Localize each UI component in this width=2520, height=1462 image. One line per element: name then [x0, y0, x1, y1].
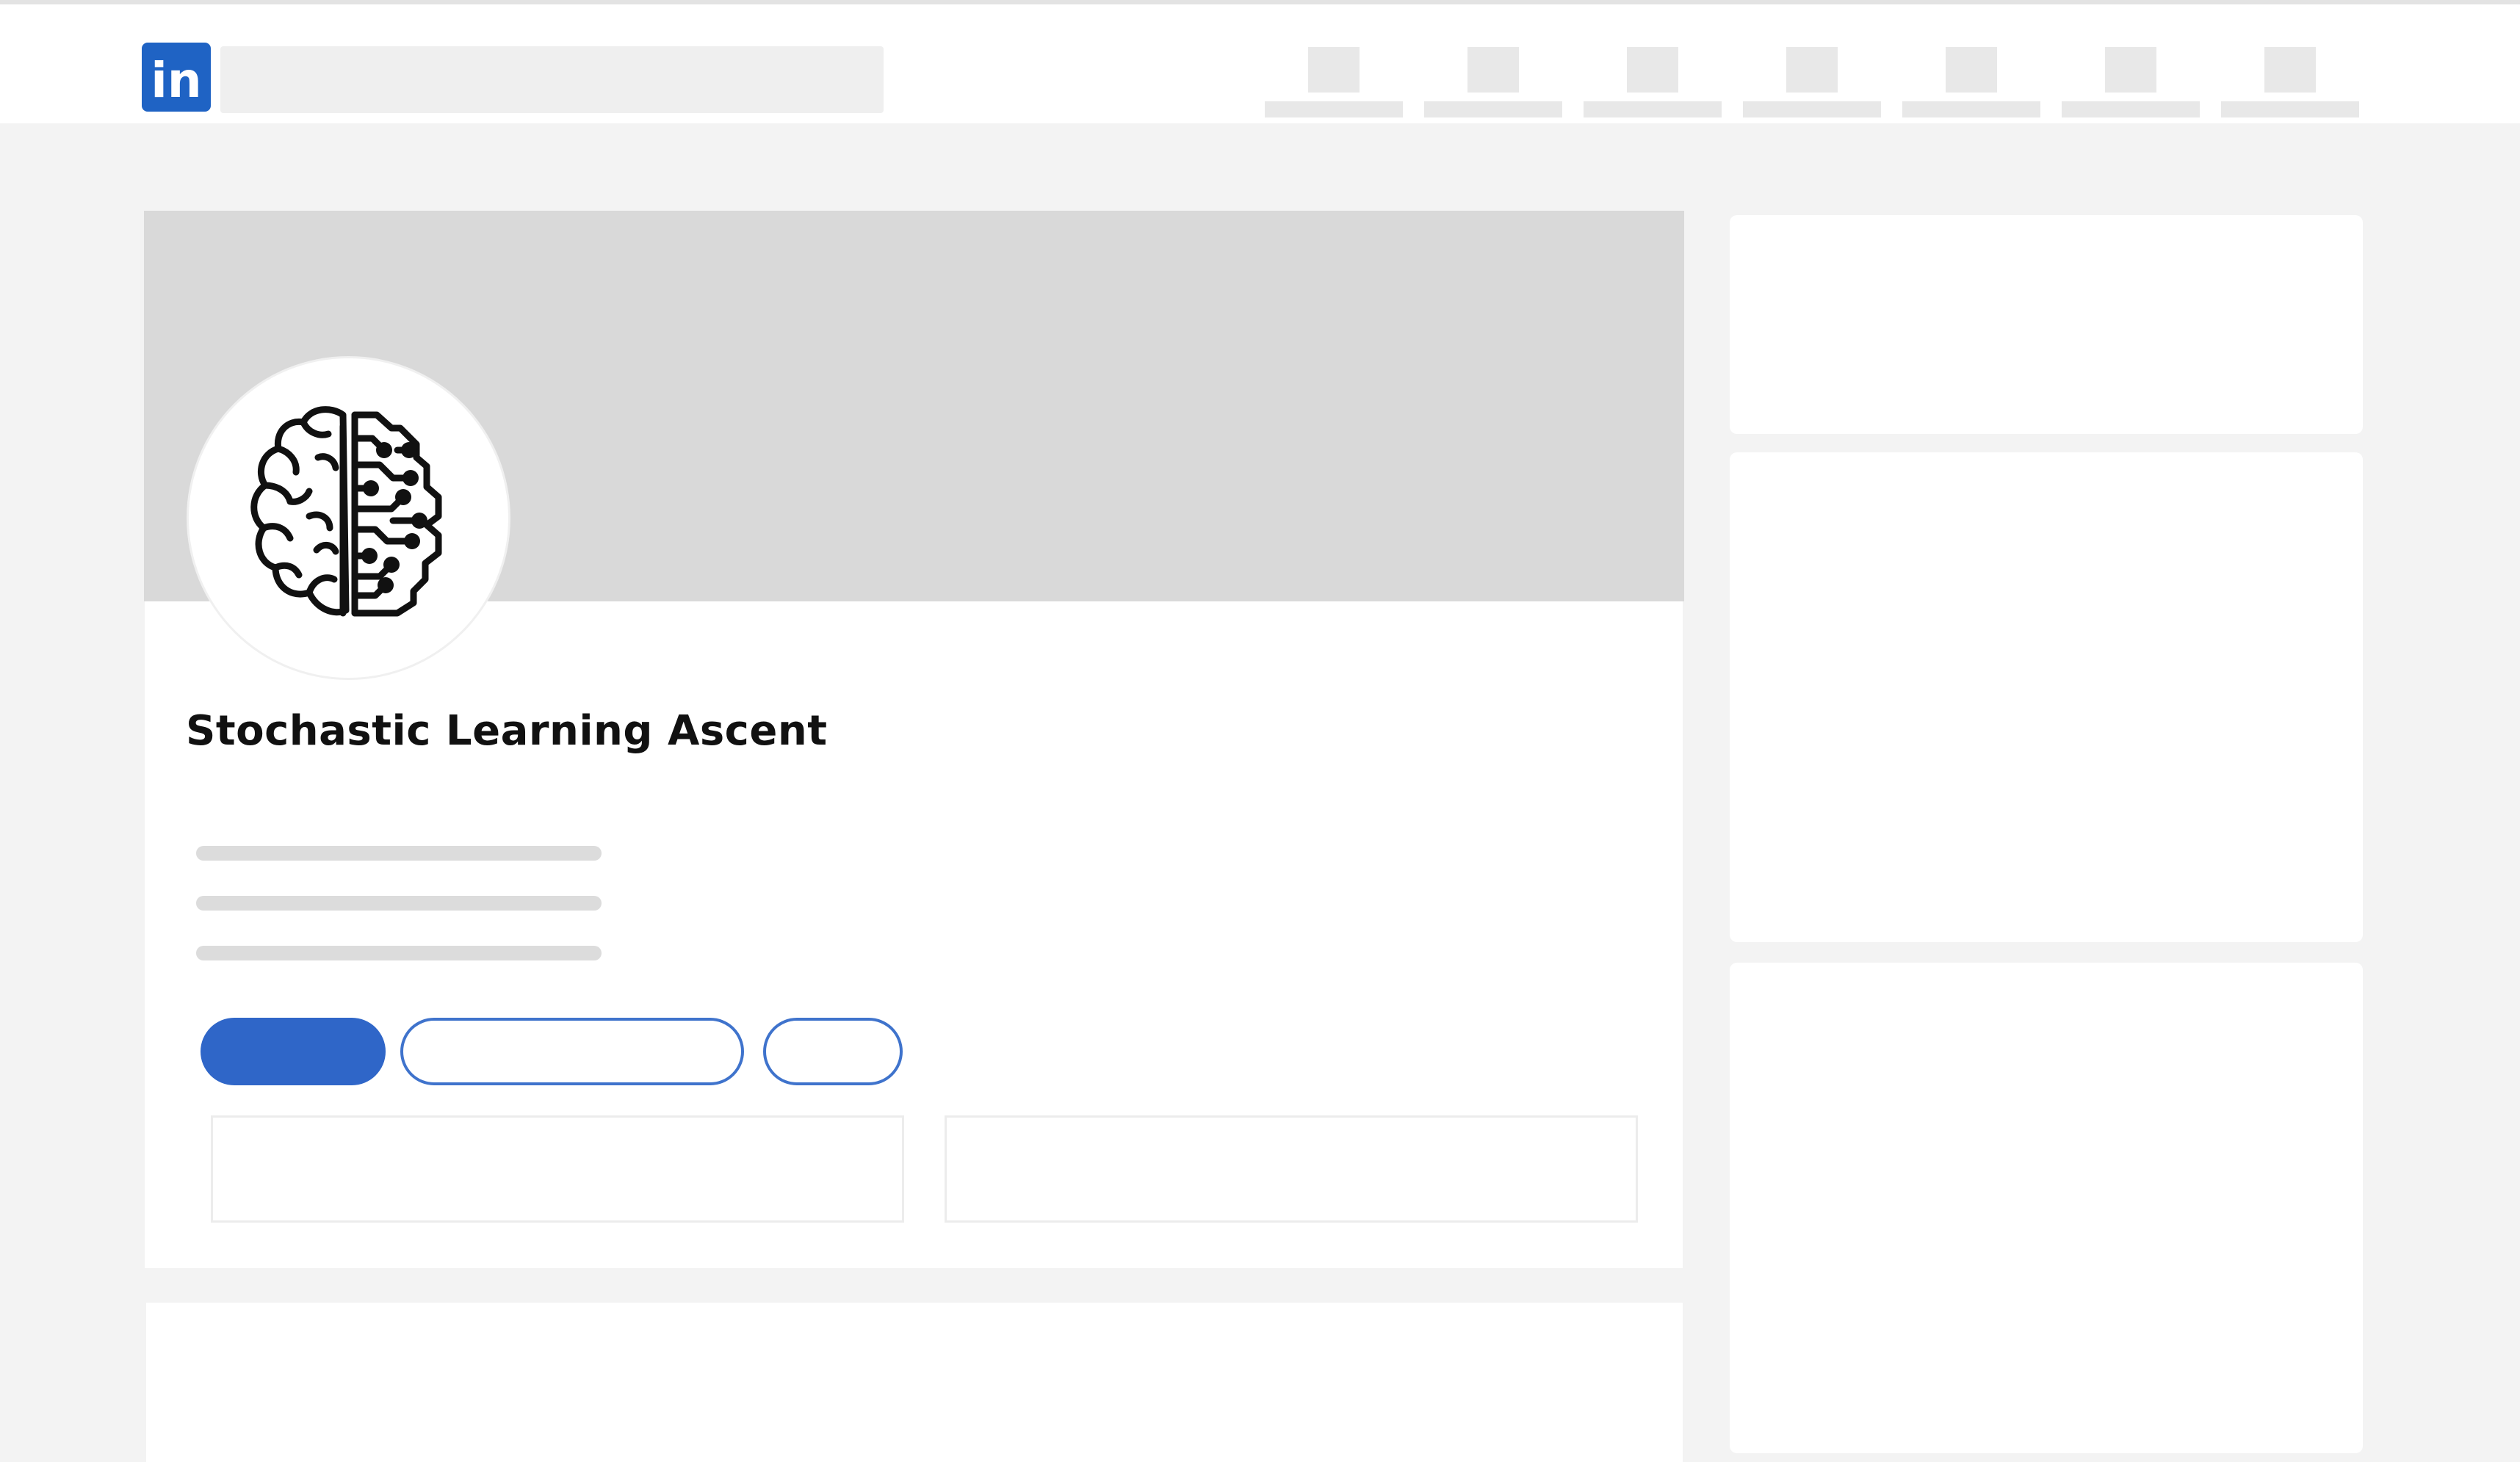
- visit-website-button[interactable]: [400, 1018, 744, 1085]
- more-button[interactable]: [763, 1018, 903, 1085]
- browser-frame: in Stochastic Learning Ascent: [0, 0, 2520, 1462]
- nav-label-placeholder: [1902, 101, 2040, 117]
- about-card: [146, 1303, 1683, 1462]
- nav-icon-placeholder: [2105, 47, 2156, 93]
- organization-name: Stochastic Learning Ascent: [186, 707, 828, 755]
- nav-label-placeholder: [2221, 101, 2359, 117]
- profile-card: Stochastic Learning Ascent: [144, 211, 1684, 1268]
- circuit-nodes: [361, 442, 427, 593]
- avatar[interactable]: [189, 358, 508, 678]
- nav-item-4[interactable]: [1743, 47, 1881, 120]
- nav-icon-placeholder: [1786, 47, 1838, 93]
- sidebar-card-1: [1730, 215, 2363, 434]
- followers-placeholder: [196, 946, 602, 960]
- nav-label-placeholder: [1584, 101, 1722, 117]
- nav-item-3[interactable]: [1584, 47, 1722, 120]
- info-box-left: [211, 1115, 904, 1223]
- industry-placeholder: [196, 896, 602, 911]
- sidebar-card-2: [1730, 452, 2363, 942]
- svg-text:in: in: [151, 52, 202, 109]
- nav-item-2[interactable]: [1424, 47, 1562, 120]
- tagline-placeholder: [196, 846, 602, 861]
- nav-item-5[interactable]: [1902, 47, 2040, 120]
- nav-icon-placeholder: [1308, 47, 1360, 93]
- linkedin-logo[interactable]: in: [142, 43, 211, 112]
- sidebar-card-3: [1730, 963, 2363, 1453]
- nav-item-1[interactable]: [1265, 47, 1403, 120]
- top-nav-bar: in: [0, 4, 2520, 123]
- nav-icon-placeholder: [1946, 47, 1997, 93]
- info-box-right: [945, 1115, 1638, 1223]
- linkedin-logo-icon: in: [142, 43, 211, 112]
- nav-item-7[interactable]: [2221, 47, 2359, 120]
- nav-icon-placeholder: [1627, 47, 1678, 93]
- search-input[interactable]: [220, 46, 884, 113]
- nav-label-placeholder: [1424, 101, 1562, 117]
- nav-label-placeholder: [1743, 101, 1881, 117]
- nav-icon-placeholder: [2264, 47, 2316, 93]
- nav-item-6[interactable]: [2062, 47, 2200, 120]
- nav-icon-placeholder: [1467, 47, 1519, 93]
- nav-label-placeholder: [1265, 101, 1403, 117]
- nav-label-placeholder: [2062, 101, 2200, 117]
- follow-button[interactable]: [201, 1018, 386, 1085]
